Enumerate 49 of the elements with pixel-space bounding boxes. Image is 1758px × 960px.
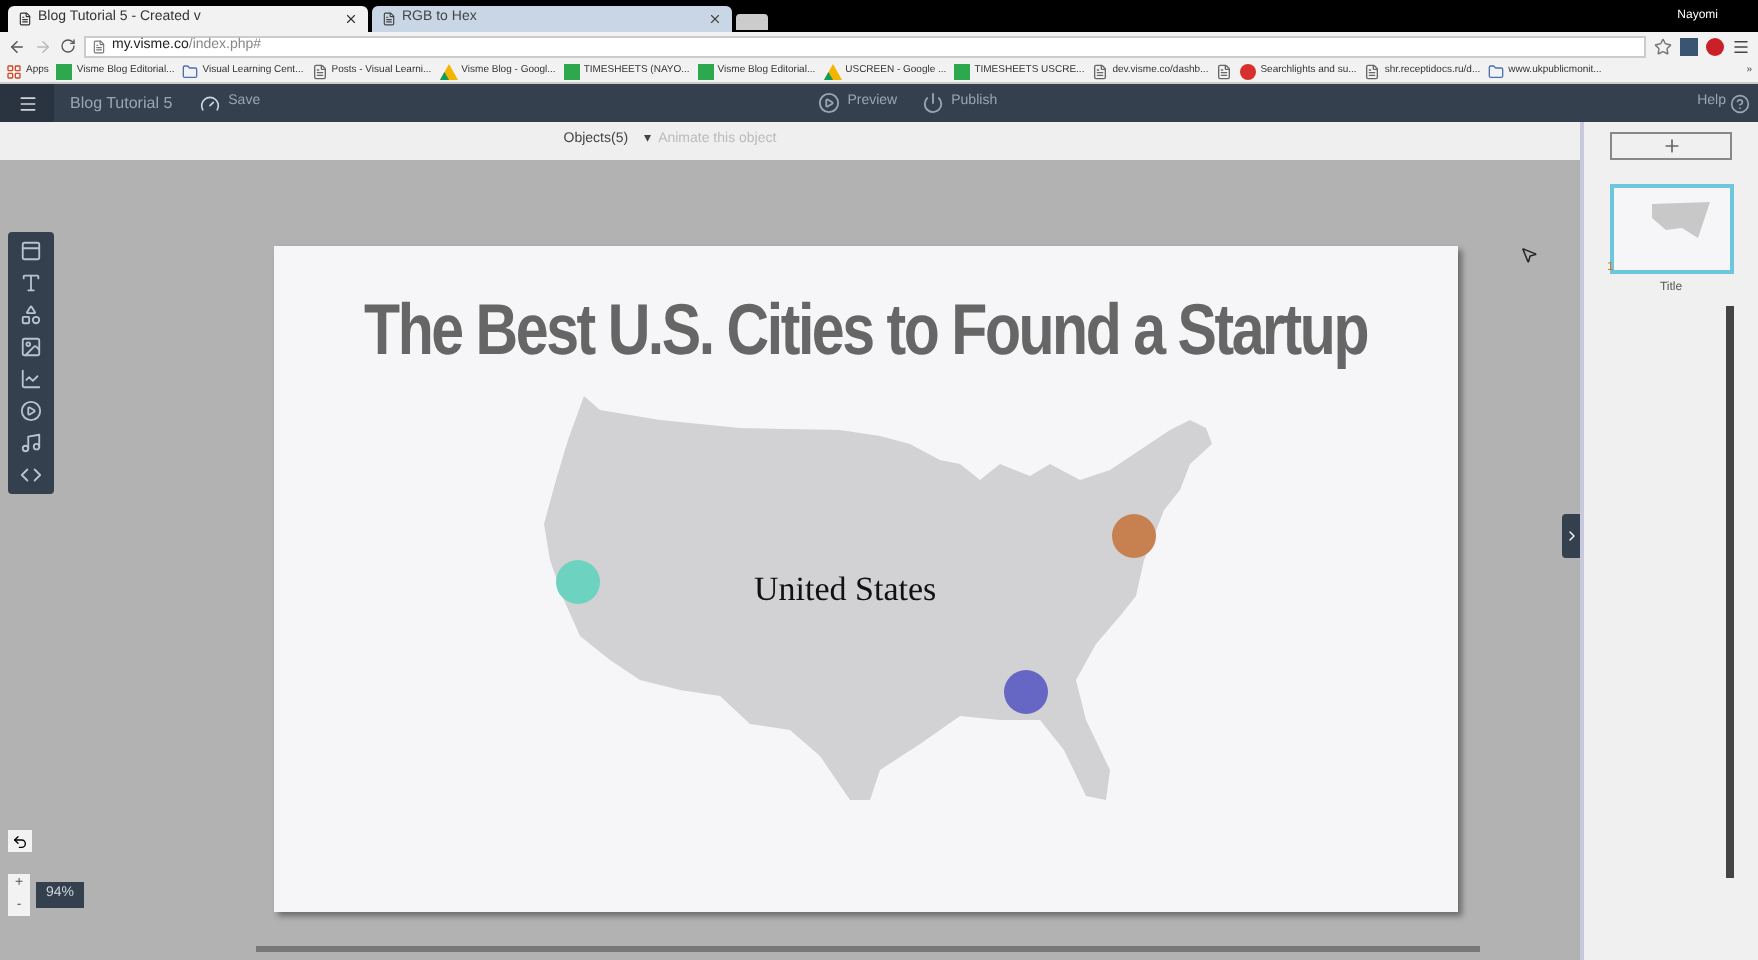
back-icon[interactable] (8, 37, 26, 55)
panel-toggle[interactable] (1562, 514, 1580, 558)
text-icon[interactable] (20, 272, 42, 294)
menu-icon (17, 93, 37, 113)
page-icon (92, 39, 106, 53)
spreadsheet-icon (697, 63, 714, 79)
document-title: Blog Tutorial 5 (70, 91, 173, 115)
close-icon[interactable] (708, 12, 722, 26)
power-icon (921, 92, 944, 114)
triangle-icon (439, 63, 458, 79)
page-icon (18, 12, 32, 26)
apps-icon (6, 63, 22, 79)
page-icon (1216, 63, 1233, 79)
play-icon[interactable] (20, 400, 42, 422)
line-chart-icon[interactable] (20, 368, 42, 390)
add-slide-button[interactable] (1610, 132, 1732, 160)
folder-icon (1488, 63, 1505, 79)
help-icon (1730, 93, 1750, 113)
map-thumbnail-drawing (1649, 200, 1713, 240)
triangle-icon (823, 63, 842, 79)
vertical-scrollbar[interactable] (1726, 306, 1734, 878)
cursor-icon (1520, 246, 1538, 264)
music-note-icon[interactable] (20, 432, 42, 454)
gauge-icon (200, 93, 221, 113)
page-icon (1364, 63, 1381, 79)
plus-icon (1661, 136, 1681, 156)
image-icon[interactable] (20, 336, 42, 358)
page-icon (1092, 63, 1109, 79)
map-label: United States (754, 568, 937, 612)
shapes-icon[interactable] (20, 304, 42, 326)
folder-icon (182, 63, 199, 79)
undo-button[interactable] (8, 830, 32, 852)
undo-icon (12, 833, 28, 849)
page-icon (311, 63, 328, 79)
menu-button[interactable] (0, 84, 54, 122)
slide-title: The Best U.S. Cities to Found a Startup (364, 286, 1368, 374)
spreadsheet-icon (563, 63, 580, 79)
play-icon (817, 92, 840, 114)
spreadsheet-icon (56, 63, 73, 79)
star-icon[interactable] (1654, 37, 1672, 55)
code-icon[interactable] (20, 464, 42, 486)
bookmark[interactable] (1216, 63, 1233, 79)
menu-icon[interactable] (1732, 37, 1750, 55)
reload-icon[interactable] (60, 38, 76, 54)
layout-icon[interactable] (20, 240, 42, 262)
page-icon (382, 12, 396, 26)
horizontal-scrollbar[interactable] (256, 946, 1480, 952)
close-icon[interactable] (344, 12, 358, 26)
spreadsheet-icon (954, 63, 971, 79)
